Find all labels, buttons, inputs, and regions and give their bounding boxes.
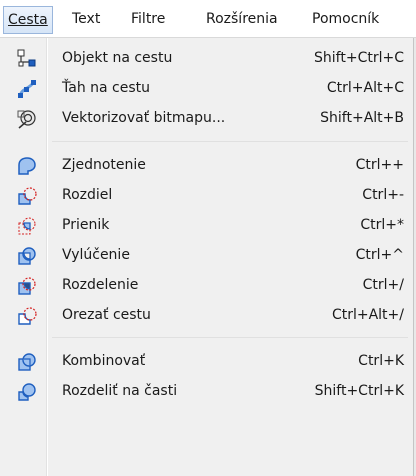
stroke-to-path-icon <box>16 78 38 100</box>
menu-item-object-to-path[interactable]: Objekt na cestu Shift+Ctrl+C <box>2 43 410 73</box>
menu-cesta[interactable]: Cesta <box>3 6 53 34</box>
difference-icon <box>16 185 38 207</box>
menu-item-shortcut: Ctrl++ <box>355 157 404 173</box>
menu-item-shortcut: Shift+Alt+B <box>320 110 404 126</box>
exclusion-icon <box>16 245 38 267</box>
menu-item-shortcut: Ctrl+^ <box>355 247 404 263</box>
menu-item-label: Rozdelenie <box>62 277 139 293</box>
menu-item-label: Orezať cestu <box>62 307 151 323</box>
break-apart-icon <box>16 381 38 403</box>
trace-bitmap-icon <box>16 108 38 130</box>
menu-item-shortcut: Shift+Ctrl+C <box>314 50 404 66</box>
menu-filtre[interactable]: Filtre <box>131 0 165 38</box>
menu-item-union[interactable]: Zjednotenie Ctrl++ <box>2 150 410 180</box>
cut-path-icon <box>16 305 38 327</box>
menu-rozsirenia[interactable]: Rozšírenia <box>206 0 278 38</box>
menu-item-shortcut: Ctrl+K <box>358 353 404 369</box>
menu-item-label: Zjednotenie <box>62 157 146 173</box>
menu-pomocnik[interactable]: Pomocník <box>312 0 379 38</box>
menu-bar: Cesta Text Filtre Rozšírenia Pomocník <box>0 0 416 38</box>
menu-separator <box>52 337 408 338</box>
menu-item-label: Rozdeliť na časti <box>62 383 178 399</box>
menu-item-cut-path[interactable]: Orezať cestu Ctrl+Alt+/ <box>2 300 410 330</box>
menu-item-break-apart[interactable]: Rozdeliť na časti Shift+Ctrl+K <box>2 376 410 406</box>
menu-item-shortcut: Ctrl+/ <box>362 277 404 293</box>
combine-icon <box>16 351 38 373</box>
menu-item-label: Vylúčenie <box>62 247 130 263</box>
menu-item-division[interactable]: Rozdelenie Ctrl+/ <box>2 270 410 300</box>
menu-item-stroke-to-path[interactable]: Ťah na cestu Ctrl+Alt+C <box>2 73 410 103</box>
menu-item-shortcut: Ctrl+Alt+/ <box>331 307 404 323</box>
menu-separator <box>52 141 408 142</box>
menu-item-label: Vektorizovať bitmapu... <box>62 110 226 126</box>
menu-text[interactable]: Text <box>72 0 100 38</box>
menu-item-shortcut: Ctrl+* <box>360 217 404 233</box>
path-menu-dropdown: Objekt na cestu Shift+Ctrl+C Ťah na cest… <box>0 38 414 476</box>
menu-item-label: Kombinovať <box>62 353 146 369</box>
menu-item-combine[interactable]: Kombinovať Ctrl+K <box>2 346 410 376</box>
menu-item-shortcut: Shift+Ctrl+K <box>314 383 404 399</box>
menu-item-trace-bitmap[interactable]: Vektorizovať bitmapu... Shift+Alt+B <box>2 103 410 133</box>
object-to-path-icon <box>16 48 38 70</box>
menu-item-label: Ťah na cestu <box>62 80 151 96</box>
menu-item-difference[interactable]: Rozdiel Ctrl+- <box>2 180 410 210</box>
menu-item-label: Objekt na cestu <box>62 50 173 66</box>
menu-item-shortcut: Ctrl+- <box>362 187 404 203</box>
menu-item-label: Prienik <box>62 217 110 233</box>
menu-item-shortcut: Ctrl+Alt+C <box>326 80 404 96</box>
menu-item-intersection[interactable]: Prienik Ctrl+* <box>2 210 410 240</box>
division-icon <box>16 275 38 297</box>
menu-item-label: Rozdiel <box>62 187 113 203</box>
intersection-icon <box>16 215 38 237</box>
union-icon <box>16 155 38 177</box>
menu-item-exclusion[interactable]: Vylúčenie Ctrl+^ <box>2 240 410 270</box>
